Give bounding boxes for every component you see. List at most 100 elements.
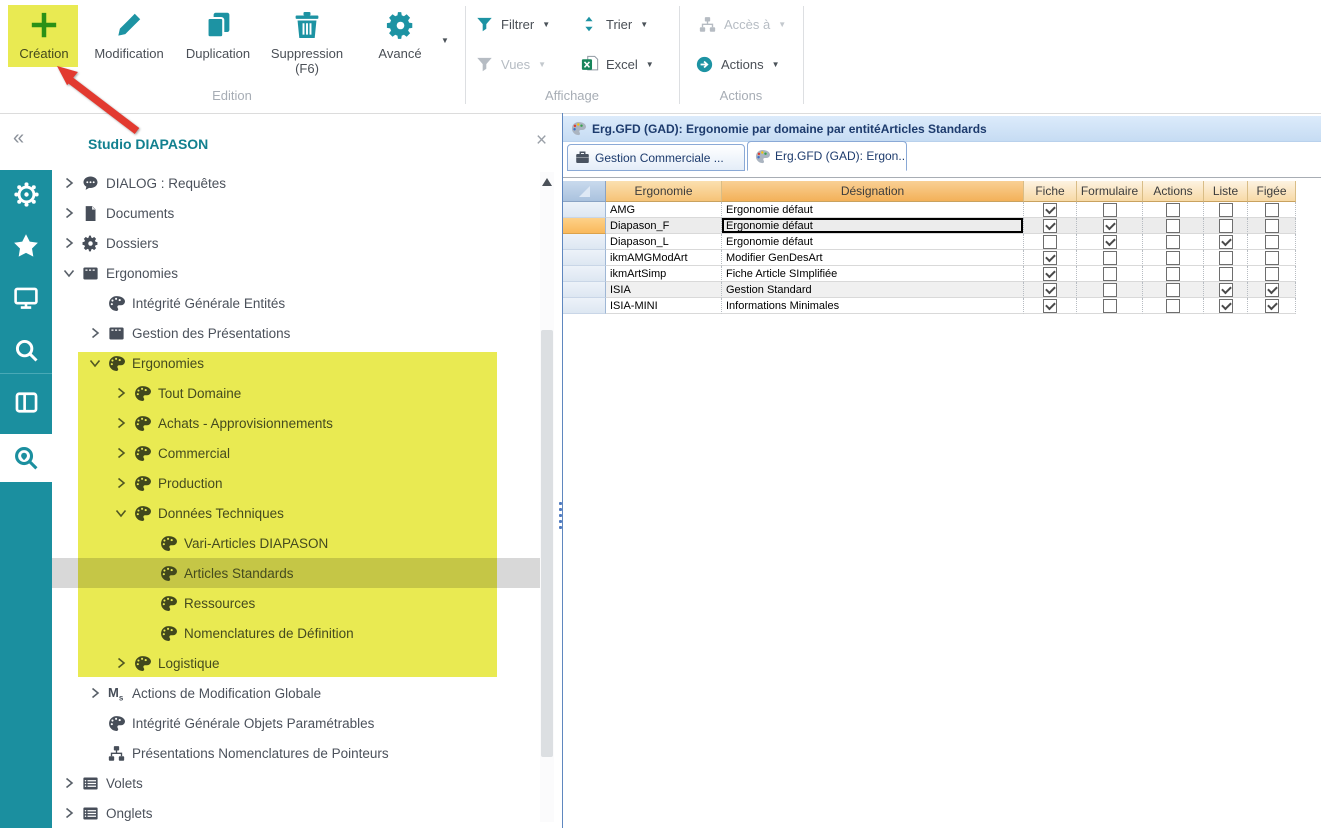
creation-button[interactable]: Création (8, 4, 80, 86)
formulaire-checkbox[interactable] (1103, 267, 1117, 281)
cell-liste[interactable] (1204, 234, 1248, 250)
formulaire-checkbox[interactable] (1103, 251, 1117, 265)
row-selector[interactable] (563, 250, 606, 266)
cell-formulaire[interactable] (1077, 266, 1143, 282)
column-header-fiche[interactable]: Fiche (1024, 181, 1077, 202)
cell-fiche[interactable] (1024, 202, 1077, 218)
cell-actions[interactable] (1143, 234, 1204, 250)
fiche-checkbox[interactable] (1043, 251, 1057, 265)
column-header-actions[interactable]: Actions (1143, 181, 1204, 202)
cell-liste[interactable] (1204, 298, 1248, 314)
cell-figee[interactable] (1248, 234, 1296, 250)
actions-checkbox[interactable] (1166, 251, 1180, 265)
excel-button[interactable]: Excel ▼ (581, 52, 654, 76)
fiche-checkbox[interactable] (1043, 219, 1057, 233)
cell-figee[interactable] (1248, 250, 1296, 266)
star-icon[interactable] (0, 222, 52, 270)
tree-item[interactable]: Présentations Nomenclatures de Pointeurs (52, 738, 540, 768)
fiche-checkbox[interactable] (1043, 203, 1057, 217)
column-header-liste[interactable]: Liste (1204, 181, 1248, 202)
tree-item[interactable]: Volets (52, 768, 540, 798)
cell-ergonomie[interactable]: Diapason_F (606, 218, 722, 234)
chevron-right-icon[interactable] (62, 806, 76, 820)
tree-item[interactable]: Logistique (52, 648, 540, 678)
cell-designation[interactable]: Informations Minimales (722, 298, 1024, 314)
formulaire-checkbox[interactable] (1103, 299, 1117, 313)
suppression-button[interactable]: Suppression(F6) (264, 4, 350, 86)
cell-designation[interactable]: Modifier GenDesArt (722, 250, 1024, 266)
scrollbar-thumb[interactable] (541, 330, 553, 757)
chevron-right-icon[interactable] (114, 416, 128, 430)
chevron-right-icon[interactable] (62, 176, 76, 190)
tree-item[interactable]: Intégrité Générale Objets Paramétrables (52, 708, 540, 738)
cell-ergonomie[interactable]: ikmArtSimp (606, 266, 722, 282)
tree-item[interactable]: Production (52, 468, 540, 498)
cell-formulaire[interactable] (1077, 250, 1143, 266)
cell-ergonomie[interactable]: Diapason_L (606, 234, 722, 250)
actions-checkbox[interactable] (1166, 267, 1180, 281)
chevron-right-icon[interactable] (62, 236, 76, 250)
row-selector[interactable] (563, 202, 606, 218)
cell-actions[interactable] (1143, 282, 1204, 298)
monitor-icon[interactable] (0, 274, 52, 322)
formulaire-checkbox[interactable] (1103, 235, 1117, 249)
tree-item[interactable]: Ergonomies (52, 258, 540, 288)
columns-icon[interactable] (0, 378, 52, 426)
figee-checkbox[interactable] (1265, 283, 1279, 297)
figee-checkbox[interactable] (1265, 251, 1279, 265)
liste-checkbox[interactable] (1219, 203, 1233, 217)
figee-checkbox[interactable] (1265, 219, 1279, 233)
figee-checkbox[interactable] (1265, 267, 1279, 281)
cell-fiche[interactable] (1024, 218, 1077, 234)
column-header-designation[interactable]: Désignation (722, 181, 1024, 202)
figee-checkbox[interactable] (1265, 235, 1279, 249)
tree-item[interactable]: Vari-Articles DIAPASON (52, 528, 540, 558)
row-selector[interactable] (563, 282, 606, 298)
cell-figee[interactable] (1248, 266, 1296, 282)
cell-designation[interactable]: Fiche Article SImplifiée (722, 266, 1024, 282)
tree-item[interactable]: Onglets (52, 798, 540, 828)
formulaire-checkbox[interactable] (1103, 219, 1117, 233)
helm-icon[interactable] (0, 170, 52, 218)
cell-liste[interactable] (1204, 218, 1248, 234)
cell-formulaire[interactable] (1077, 202, 1143, 218)
tab-gestion-commerciale[interactable]: Gestion Commerciale ... (567, 144, 745, 171)
cell-figee[interactable] (1248, 218, 1296, 234)
row-selector[interactable] (563, 218, 606, 234)
cell-designation[interactable]: Gestion Standard (722, 282, 1024, 298)
row-selector[interactable] (563, 266, 606, 282)
chevron-right-icon[interactable] (114, 446, 128, 460)
cell-ergonomie[interactable]: AMG (606, 202, 722, 218)
liste-checkbox[interactable] (1219, 299, 1233, 313)
cell-formulaire[interactable] (1077, 282, 1143, 298)
tree-item[interactable]: Commercial (52, 438, 540, 468)
cell-fiche[interactable] (1024, 234, 1077, 250)
tree-item[interactable]: Nomenclatures de Définition (52, 618, 540, 648)
cell-formulaire[interactable] (1077, 218, 1143, 234)
tab-erg-gfd[interactable]: Erg.GFD (GAD): Ergon... (747, 141, 907, 171)
tree-item[interactable]: Articles Standards (52, 558, 540, 588)
chevron-right-icon[interactable] (62, 206, 76, 220)
chevron-right-icon[interactable] (88, 326, 102, 340)
scroll-up-arrow[interactable] (542, 178, 552, 186)
vues-button[interactable]: Vues ▼ (476, 52, 546, 76)
cell-fiche[interactable] (1024, 250, 1077, 266)
acces-a-button[interactable]: Accès à ▼ (699, 12, 786, 36)
trier-button[interactable]: Trier ▼ (581, 12, 648, 36)
search-icon[interactable] (0, 326, 52, 374)
liste-checkbox[interactable] (1219, 267, 1233, 281)
tree-scrollbar[interactable] (540, 172, 554, 822)
tree-item[interactable]: Documents (52, 198, 540, 228)
cell-formulaire[interactable] (1077, 234, 1143, 250)
chevron-right-icon[interactable] (88, 686, 102, 700)
tree-item[interactable]: Ressources (52, 588, 540, 618)
liste-checkbox[interactable] (1219, 283, 1233, 297)
cell-ergonomie[interactable]: ikmAMGModArt (606, 250, 722, 266)
tree-item[interactable]: Gestion des Présentations (52, 318, 540, 348)
cell-actions[interactable] (1143, 266, 1204, 282)
cell-figee[interactable] (1248, 298, 1296, 314)
fiche-checkbox[interactable] (1043, 235, 1057, 249)
actions-checkbox[interactable] (1166, 283, 1180, 297)
close-panel-icon[interactable]: × (536, 131, 547, 150)
select-all-header[interactable] (563, 181, 606, 202)
